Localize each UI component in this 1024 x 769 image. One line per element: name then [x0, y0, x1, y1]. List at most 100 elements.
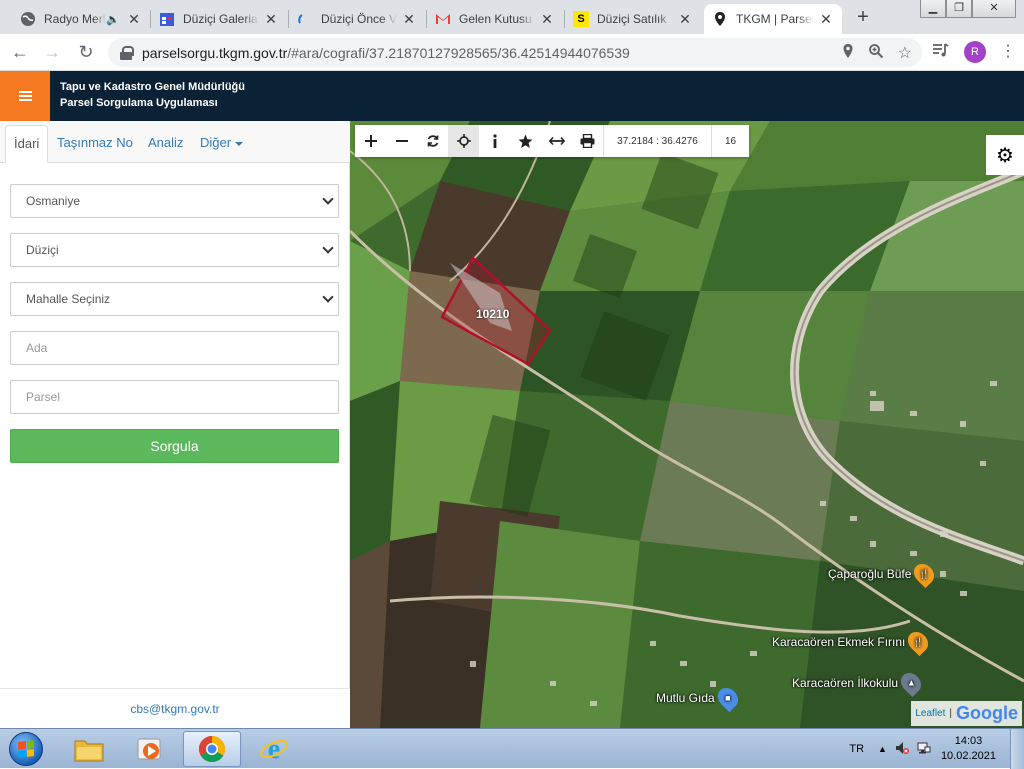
restore-button[interactable]: ❐ [946, 0, 972, 18]
reload-icon[interactable]: ↻ [74, 40, 98, 64]
zoom-out-icon[interactable] [386, 125, 417, 157]
restaurant-pin-icon: 🍴 [904, 627, 933, 657]
app-title: Tapu ve Kadastro Genel Müdürlüğü Parsel … [60, 79, 245, 111]
crosshair-icon[interactable] [448, 125, 479, 157]
close-icon[interactable]: ✕ [401, 11, 417, 28]
show-desktop-button[interactable] [1010, 729, 1024, 769]
gear-icon[interactable]: ⚙ [986, 135, 1024, 175]
block-input[interactable]: Ada [10, 331, 339, 365]
menu-button[interactable] [0, 71, 50, 121]
lock-icon[interactable] [120, 45, 134, 60]
province-select[interactable]: Osmaniye [10, 184, 339, 218]
tab-title: Düziçi Önce Vatan [321, 12, 397, 26]
chevron-down-icon [322, 193, 334, 205]
map-toolbar: 37.2184 : 36.4276 16 [355, 125, 749, 157]
poi-mutlu-gida[interactable]: Mutlu Gıda ■ [656, 683, 742, 713]
tab-idari[interactable]: İdari [5, 125, 49, 163]
app-header: Tapu ve Kadastro Genel Müdürlüğü Parsel … [0, 71, 1024, 121]
leaflet-link[interactable]: Leaflet [915, 708, 945, 719]
poi-label: Karacaören Ekmek Fırını [772, 635, 906, 649]
poi-ilkokulu[interactable]: Karacaören İlkokulu ▲ [792, 668, 926, 698]
window-controls: ▁ ❐ ✕ [920, 0, 1016, 18]
query-button[interactable]: Sorgula [10, 429, 339, 463]
close-icon[interactable]: ✕ [539, 11, 555, 28]
minimize-button[interactable]: ▁ [920, 0, 946, 18]
block-placeholder: Ada [26, 341, 48, 355]
media-player-icon[interactable] [121, 731, 179, 767]
browser-tab-galeria[interactable]: Düziçi Galeria ✕ [151, 4, 287, 34]
refresh-icon[interactable] [417, 125, 448, 157]
zoom-in-icon[interactable] [355, 125, 386, 157]
chrome-icon[interactable] [183, 731, 241, 767]
neighborhood-select[interactable]: Mahalle Seçiniz [10, 282, 339, 316]
browser-tab-strip: Radyo Merkez 🔈 ✕ Düziçi Galeria ✕ Düziçi… [0, 0, 1024, 34]
chevron-down-icon [322, 242, 334, 254]
clock[interactable]: 14:03 10.02.2021 [941, 734, 996, 764]
measure-distance-icon[interactable] [541, 125, 572, 157]
clock-date: 10.02.2021 [940, 750, 996, 762]
close-icon[interactable]: ✕ [263, 11, 279, 28]
map-attribution: Leaflet | Google [911, 701, 1022, 726]
parcel-input[interactable]: Parsel [10, 380, 339, 414]
bookmark-star-icon[interactable]: ☆ [898, 43, 912, 63]
location-icon[interactable] [842, 43, 854, 63]
tab-title: Radyo Merkez [44, 12, 107, 26]
zoom-icon[interactable] [868, 43, 884, 63]
file-explorer-icon[interactable] [60, 731, 118, 767]
network-icon[interactable] [917, 741, 931, 758]
internet-explorer-icon[interactable]: e [245, 731, 303, 767]
hamburger-icon [18, 91, 32, 101]
browser-tab-radyo[interactable]: Radyo Merkez 🔈 ✕ [12, 4, 150, 34]
tab-title: Gelen Kutusu [459, 12, 532, 26]
app-title-line1: Tapu ve Kadastro Genel Müdürlüğü [60, 81, 245, 93]
district-select[interactable]: Düziçi [10, 233, 339, 267]
close-icon[interactable]: ✕ [126, 11, 142, 28]
poi-ekmek-firini[interactable]: Karacaören Ekmek Fırını 🍴 [772, 627, 933, 657]
tab-title: TKGM | Parsel [736, 12, 814, 26]
print-icon[interactable] [572, 125, 603, 157]
show-hidden-icons-icon[interactable]: ▲ [878, 744, 887, 754]
profile-avatar[interactable]: R [964, 41, 986, 63]
new-tab-button[interactable]: + [852, 6, 874, 28]
contact-email-link[interactable]: cbs@tkgm.gov.tr [0, 688, 350, 728]
gmail-icon [435, 11, 451, 27]
neighborhood-value: Mahalle Seçiniz [26, 292, 111, 306]
svg-text:e: e [268, 734, 280, 764]
poi-caparoglu-bufe[interactable]: Çaparoğlu Büfe 🍴 [828, 559, 939, 589]
browser-tab-tkgm[interactable]: TKGM | Parsel ✕ [704, 4, 842, 34]
parcel-number-label[interactable]: 10210 [476, 307, 509, 321]
clock-time: 14:03 [954, 735, 983, 747]
url-host: parselsorgu.tkgm.gov.tr [142, 44, 288, 61]
browser-tab-satilik[interactable]: S Düziçi Satılık ✕ [565, 4, 701, 34]
windows-logo-icon [9, 732, 43, 766]
volume-muted-icon[interactable] [895, 741, 909, 758]
media-queue-icon[interactable] [932, 42, 950, 63]
coordinate-readout: 37.2184 : 36.4276 [603, 125, 711, 157]
zoom-level-readout: 16 [711, 125, 749, 157]
back-arrow-icon[interactable]: ← [8, 40, 32, 64]
tab-title: Düziçi Satılık [597, 12, 667, 26]
window-close-button[interactable]: ✕ [972, 0, 1016, 18]
start-button[interactable] [4, 730, 48, 768]
parcel-placeholder: Parsel [26, 390, 61, 404]
tab-tasinmaz-no[interactable]: Taşınmaz No [49, 125, 141, 163]
shopping-pin-icon: ■ [713, 683, 742, 713]
close-icon[interactable]: ✕ [818, 11, 834, 28]
browser-tab-once-vatan[interactable]: Düziçi Önce Vatan ✕ [289, 4, 425, 34]
language-indicator[interactable]: TR [849, 743, 864, 755]
globe-icon [20, 11, 36, 27]
tab-analiz[interactable]: Analiz [140, 125, 191, 163]
satellite-map[interactable]: 10210 37.2184 : 36.4276 16 ⚙ Çaparoğlu B… [350, 121, 1024, 728]
speaker-icon[interactable]: 🔈 [106, 13, 120, 26]
browser-tab-gmail[interactable]: Gelen Kutusu ✕ [427, 4, 563, 34]
poi-label: Karacaören İlkokulu [792, 676, 899, 690]
system-tray: TR ▲ 14:03 10.02.2021 [849, 729, 1024, 769]
close-icon[interactable]: ✕ [677, 11, 693, 28]
info-icon[interactable] [479, 125, 510, 157]
forward-arrow-icon[interactable]: → [40, 40, 64, 64]
favorite-star-icon[interactable] [510, 125, 541, 157]
tab-diger[interactable]: Diğer [192, 125, 251, 163]
address-bar[interactable]: parselsorgu.tkgm.gov.tr/#ara/cografi/37.… [108, 38, 922, 67]
loading-spinner-icon [297, 11, 313, 27]
kebab-menu-icon[interactable]: ⋮ [1000, 44, 1016, 60]
